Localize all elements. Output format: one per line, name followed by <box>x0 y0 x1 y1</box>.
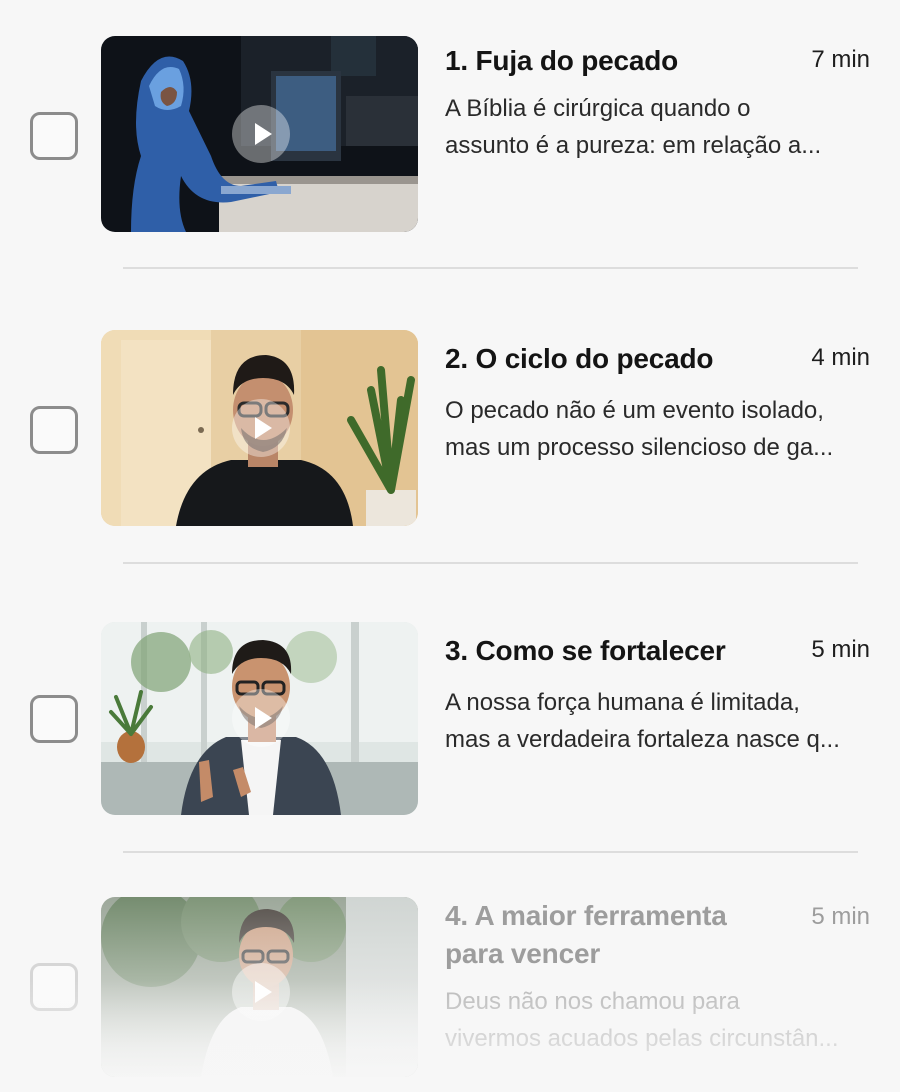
lesson-list: 1. Fuja do pecado 7 min A Bíblia é cirúr… <box>0 0 900 1092</box>
divider <box>123 562 858 564</box>
lesson-3-description: A nossa força humana é limitada, mas a v… <box>445 684 865 758</box>
lesson-3-description-line-2: mas a verdadeira fortaleza nasce q... <box>445 726 840 753</box>
lesson-4-duration: 5 min <box>811 903 870 930</box>
lesson-2-thumbnail[interactable] <box>101 330 418 526</box>
lesson-4-description: Deus não nos chamou para vivermos acuado… <box>445 983 865 1057</box>
lesson-3-checkbox[interactable] <box>30 695 78 743</box>
divider <box>123 851 858 853</box>
lesson-1-title[interactable]: 1. Fuja do pecado <box>445 42 775 80</box>
lesson-4-description-line-1: Deus não nos chamou para <box>445 988 740 1015</box>
lesson-1-description-line-2: assunto é a pureza: em relação a... <box>445 132 822 159</box>
lesson-3-play-icon[interactable] <box>232 689 290 747</box>
lesson-4-thumbnail[interactable] <box>101 897 418 1077</box>
lesson-2-duration: 4 min <box>811 344 870 371</box>
lesson-4-title-line-1: 4. A maior ferramenta <box>445 900 727 931</box>
lesson-1-play-icon[interactable] <box>232 105 290 163</box>
lesson-3-thumbnail[interactable] <box>101 622 418 815</box>
lesson-4-title-line-2: para vencer <box>445 938 601 969</box>
lesson-4-checkbox[interactable] <box>30 963 78 1011</box>
lesson-2-description: O pecado não é um evento isolado, mas um… <box>445 392 865 466</box>
divider <box>123 267 858 269</box>
lesson-4-description-line-2: vivermos acuados pelas circunstân... <box>445 1025 839 1052</box>
lesson-2-title[interactable]: 2. O ciclo do pecado <box>445 340 775 378</box>
lesson-1-thumbnail[interactable] <box>101 36 418 232</box>
lesson-1-description-line-1: A Bíblia é cirúrgica quando o <box>445 95 751 122</box>
lesson-2-checkbox[interactable] <box>30 406 78 454</box>
lesson-4-play-icon[interactable] <box>232 963 290 1021</box>
lesson-4-title[interactable]: 4. A maior ferramenta para vencer <box>445 897 775 973</box>
lesson-1-checkbox[interactable] <box>30 112 78 160</box>
lesson-1-duration: 7 min <box>811 46 870 73</box>
lesson-3-duration: 5 min <box>811 636 870 663</box>
lesson-1-description: A Bíblia é cirúrgica quando o assunto é … <box>445 90 865 164</box>
lesson-2-description-line-1: O pecado não é um evento isolado, <box>445 397 824 424</box>
lesson-2-description-line-2: mas um processo silencioso de ga... <box>445 434 834 461</box>
lesson-3-title[interactable]: 3. Como se fortalecer <box>445 632 775 670</box>
lesson-3-description-line-1: A nossa força humana é limitada, <box>445 689 800 716</box>
lesson-2-play-icon[interactable] <box>232 399 290 457</box>
